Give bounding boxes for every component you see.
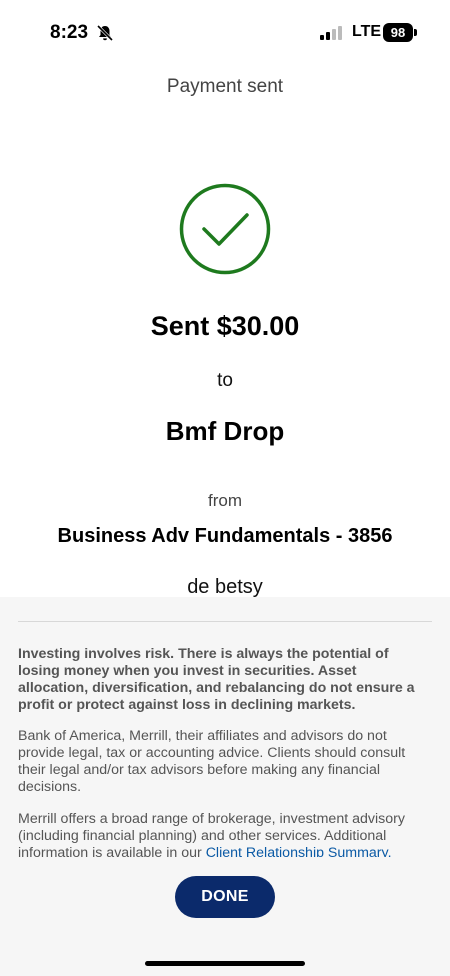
battery-level: 98 bbox=[383, 23, 413, 42]
bell-muted-icon bbox=[96, 24, 114, 42]
sent-amount: Sent $30.00 bbox=[150, 311, 300, 341]
client-relationship-summary-link[interactable]: Client Relationship Summary. bbox=[206, 845, 392, 857]
from-label: from bbox=[208, 491, 242, 510]
recipient-name: Bmf Drop bbox=[165, 416, 285, 446]
disclosure-panel[interactable]: Investing involves risk. There is always… bbox=[0, 597, 450, 857]
signal-strength-icon bbox=[320, 26, 344, 40]
disclosure-services: Merrill offers a broad range of brokerag… bbox=[18, 811, 428, 857]
to-label: to bbox=[217, 370, 233, 391]
status-time: 8:23 bbox=[50, 22, 89, 43]
check-circle-icon bbox=[179, 183, 271, 275]
disclosure-advice: Bank of America, Merrill, their affiliat… bbox=[18, 728, 406, 795]
status-bar: 8:23 LTE 98 bbox=[0, 0, 450, 64]
page-title: Payment sent bbox=[166, 76, 284, 97]
home-indicator[interactable] bbox=[145, 961, 305, 966]
disclosure-risk: Investing involves risk. There is always… bbox=[18, 646, 415, 713]
done-button[interactable]: DONE bbox=[175, 876, 275, 918]
memo-text: de betsy bbox=[187, 576, 263, 598]
battery-icon bbox=[414, 29, 417, 36]
network-type: LTE bbox=[352, 23, 382, 40]
from-account: Business Adv Fundamentals - 3856 bbox=[57, 525, 393, 547]
divider bbox=[18, 621, 432, 622]
